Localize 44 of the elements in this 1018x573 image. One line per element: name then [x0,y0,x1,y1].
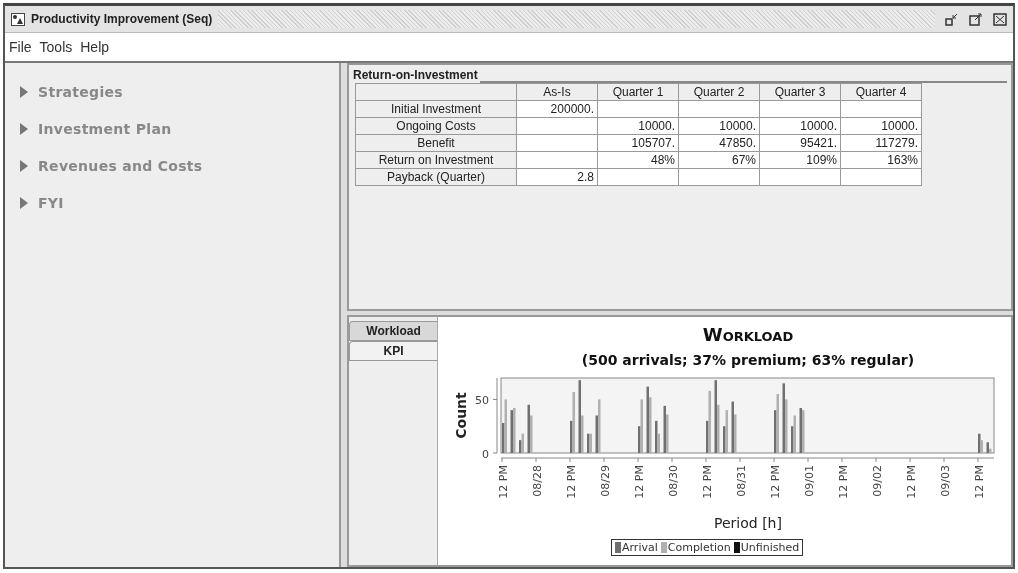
x-tick-label: 08/28 [531,465,544,497]
x-tick-label: 12 PM [973,465,986,499]
app-icon [11,12,25,26]
expand-triangle-icon[interactable] [19,196,29,209]
x-tick-label: 12 PM [633,465,646,499]
maximize-icon[interactable] [969,12,983,26]
column-header: Quarter 4 [840,83,922,101]
x-tick-label: 08/29 [599,465,612,497]
y-tick-label: 50 [475,394,489,408]
x-tick-label: 12 PM [905,465,918,499]
column-header: Quarter 1 [597,83,679,101]
x-tick-label: 12 PM [701,465,714,499]
chart-title: Workload [702,324,794,345]
x-tick-label: 09/01 [803,465,816,497]
x-tick-label: 09/02 [871,465,884,497]
y-tick-label: 0 [482,448,489,461]
x-tick-label: 12 PM [565,465,578,499]
menu-item[interactable]: Tools [39,39,73,55]
panel-title: Return-on-Investment [353,68,478,82]
x-tick-label: 12 PM [769,465,782,499]
legend-label: Completion [667,541,731,554]
window-title: Productivity Improvement (Seq) [31,12,213,26]
expand-triangle-icon[interactable] [19,159,29,172]
chart-subtitle: (500 arrivals; 37% premium; 63% regular) [581,352,915,368]
x-tick-label: 12 PM [837,465,850,499]
tab[interactable]: Workload [349,321,437,341]
expand-triangle-icon[interactable] [19,85,29,98]
minimize-icon[interactable] [945,12,959,26]
x-tick-label: 08/30 [667,465,680,497]
y-axis-label: Count [453,392,469,439]
x-tick-label: 08/31 [735,465,748,497]
legend-label: Arrival [622,541,658,554]
expand-triangle-icon[interactable] [19,122,29,135]
tab[interactable]: KPI [349,341,437,361]
x-axis-label: Period [h] [714,515,782,531]
x-tick-label: 12 PM [497,465,510,499]
column-header: Quarter 3 [759,83,841,101]
x-tick-label: 09/03 [939,465,952,497]
menu-item[interactable]: File [9,39,32,55]
legend-label: Unfinished [740,541,800,554]
column-header: Quarter 2 [678,83,760,101]
close-icon[interactable] [993,12,1007,26]
menu-item[interactable]: Help [80,39,110,55]
column-header: As-Is [516,83,598,101]
